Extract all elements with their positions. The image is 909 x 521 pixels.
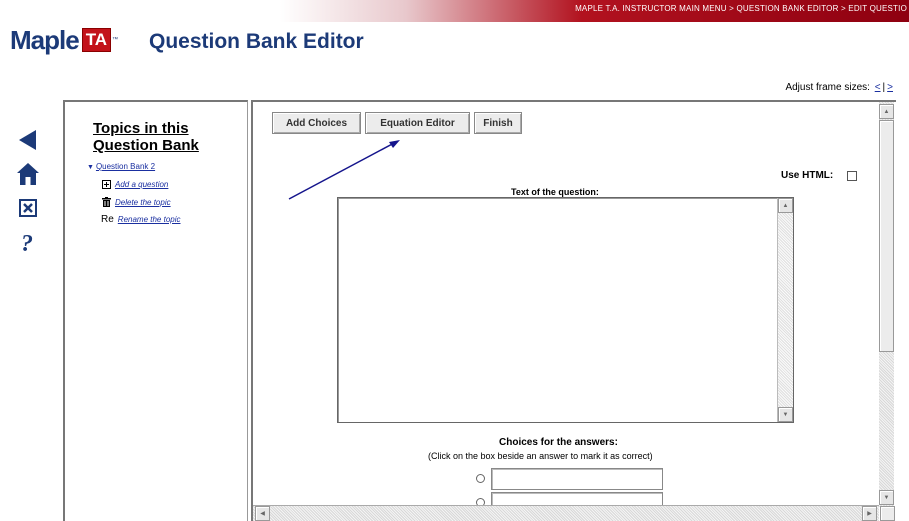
help-question-icon[interactable]: ? [16,230,40,254]
add-choices-button[interactable]: Add Choices [272,112,361,134]
logo-badge: TA [81,28,112,52]
tree-title-line1: Topics in this [93,120,189,137]
question-bank-label[interactable]: Question Bank 2 [96,162,155,171]
question-text-area[interactable]: ▲ ▼ [337,197,794,423]
finish-button[interactable]: Finish [474,112,522,134]
logo-text: Maple [10,24,80,55]
tree-title-line2: Question Bank [93,137,199,154]
rename-icon: Re [101,213,114,225]
page-title: Question Bank Editor [149,30,364,53]
back-arrow-icon[interactable] [16,128,40,152]
top-banner: MAPLE T.A. INSTRUCTOR MAIN MENU > QUESTI… [280,0,909,22]
frame-size-controls: Adjust frame sizes: < | > [785,82,895,93]
tree-item-delete-topic[interactable]: Delete the topic [101,197,171,207]
main-vertical-scrollbar[interactable]: ▲ ▼ [879,102,894,507]
svg-text:?: ? [21,231,33,254]
frame-size-separator: | [882,82,886,93]
home-icon[interactable] [16,162,40,186]
rename-topic-link[interactable]: Rename the topic [118,215,181,224]
choices-hint: (Click on the box beside an answer to ma… [428,451,653,461]
tree-item-add-question[interactable]: Add a question [101,179,168,189]
frame-size-label: Adjust frame sizes: [785,82,870,93]
main-scroll-down-icon[interactable]: ▼ [879,490,894,505]
shrink-frame-link[interactable]: < [875,82,881,93]
delete-topic-link[interactable]: Delete the topic [115,198,171,207]
use-html-checkbox[interactable] [847,171,857,181]
trademark-mark: ™ [112,37,119,43]
scroll-up-icon[interactable]: ▲ [778,198,793,213]
main-scroll-up-icon[interactable]: ▲ [879,104,894,119]
topic-tree-panel: Topics in this Question Bank ▼ Question B… [63,100,248,521]
breadcrumb: MAPLE T.A. INSTRUCTOR MAIN MENU > QUESTI… [575,4,907,13]
close-x-icon[interactable] [16,196,40,220]
tree-item-rename-topic[interactable]: Re Rename the topic [101,213,181,225]
question-textarea-scrollbar[interactable]: ▲ ▼ [777,198,793,422]
trash-icon [101,197,111,207]
choice-1-input[interactable] [491,468,663,490]
expand-triangle-icon[interactable]: ▼ [87,164,94,171]
main-scroll-thumb[interactable] [879,120,894,352]
use-html-label: Use HTML: [781,170,834,181]
choices-title: Choices for the answers: [499,437,618,448]
choice-1-radio[interactable] [476,474,485,483]
question-bank-node[interactable]: ▼ Question Bank 2 [87,162,155,171]
question-text-label: Text of the question: [511,187,599,197]
scroll-down-icon[interactable]: ▼ [778,407,793,422]
add-question-link[interactable]: Add a question [115,180,168,189]
equation-editor-button[interactable]: Equation Editor [365,112,470,134]
tree-title: Topics in this Question Bank [93,120,199,154]
left-nav: ? [16,128,46,264]
add-question-icon [101,179,111,189]
question-editor-panel: Add Choices Equation Editor Finish Use H… [251,100,896,521]
maple-ta-logo: Maple TA ™ [10,25,118,55]
grow-frame-link[interactable]: > [887,82,893,93]
